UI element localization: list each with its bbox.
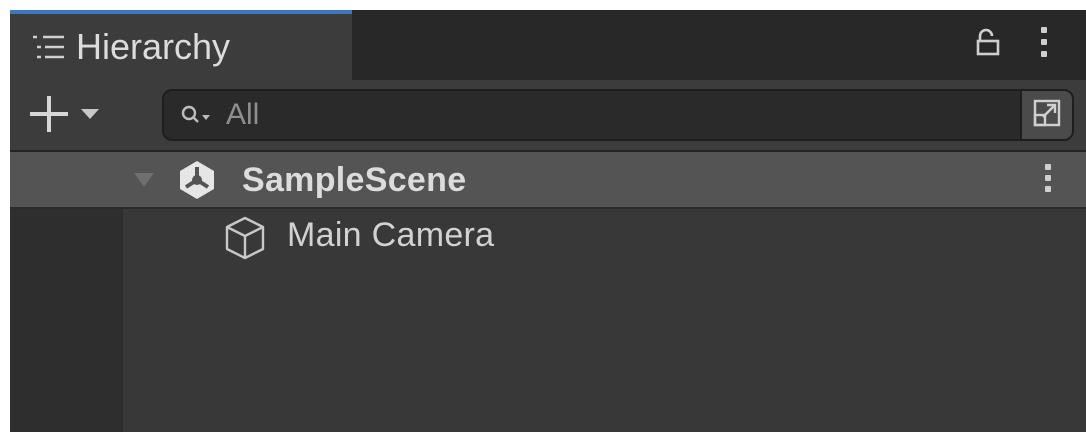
window-menu-button[interactable] [1026,24,1062,64]
cube-icon [223,215,267,261]
lock-button[interactable] [968,24,1008,64]
hierarchy-window: Hierarchy All SampleScene Main Camera [10,10,1086,432]
hierarchy-tree: SampleScene Main Camera [10,152,1086,432]
kebab-menu-icon [1040,25,1048,64]
kebab-menu-icon [1044,161,1052,200]
create-dropdown-button[interactable] [26,94,126,138]
hierarchy-list-icon [30,29,74,65]
lock-icon [973,27,1003,62]
tab-strip: Hierarchy [10,10,1086,80]
list-item[interactable]: Main Camera [123,209,1086,265]
tab-title: Hierarchy [76,26,231,67]
scene-row[interactable]: SampleScene [10,152,1086,209]
unity-scene-icon [176,159,218,201]
tree-gutter [10,209,123,432]
maximize-icon [1031,97,1063,134]
search-input[interactable] [226,97,1006,133]
scene-menu-button[interactable] [1034,160,1062,200]
scene-name: SampleScene [242,161,467,199]
hierarchy-toolbar [10,80,1086,152]
list-item-label: Main Camera [287,216,495,254]
dropdown-arrow-icon [80,107,100,126]
search-field[interactable] [162,89,1074,141]
tab-hierarchy[interactable]: Hierarchy [10,10,352,80]
plus-icon [26,94,72,139]
scene-visibility-button[interactable] [1022,91,1072,139]
foldout-arrow-icon[interactable] [132,170,156,190]
search-icon[interactable] [178,103,218,129]
